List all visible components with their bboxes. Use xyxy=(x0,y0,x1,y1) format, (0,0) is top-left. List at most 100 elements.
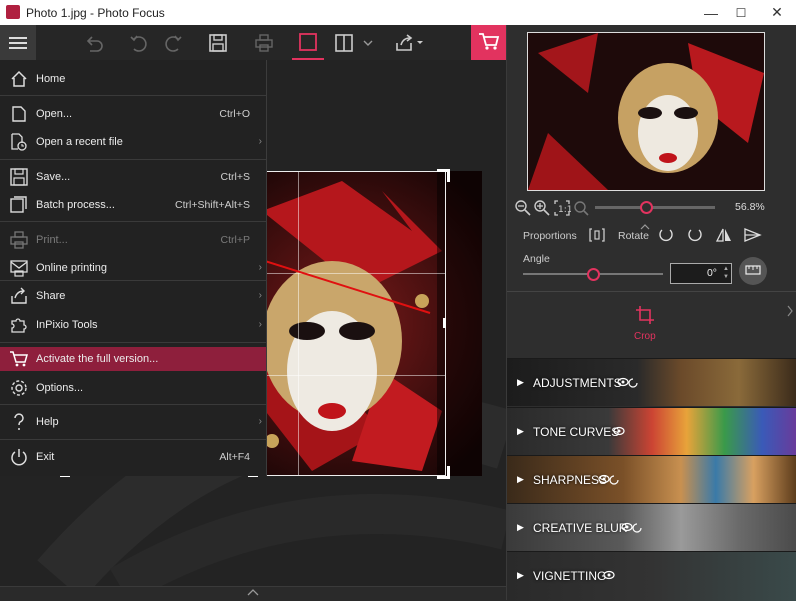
zoom-slider-thumb[interactable] xyxy=(640,201,653,214)
submenu-arrow-icon: › xyxy=(258,319,262,330)
panel-label: TONE CURVES xyxy=(533,425,620,439)
visibility-reset-icon[interactable] xyxy=(598,473,624,488)
save-icon xyxy=(9,167,29,187)
visibility-reset-icon[interactable] xyxy=(617,376,643,391)
menu-item-help[interactable]: Help › xyxy=(0,411,266,433)
single-view-button[interactable] xyxy=(292,25,324,60)
menu-item-activate-the-full-version[interactable]: Activate the full version... xyxy=(0,347,266,371)
panel-sharpness[interactable]: ▶ SHARPNESS xyxy=(507,455,796,503)
export-icon xyxy=(394,33,424,53)
hamburger-icon xyxy=(9,36,27,50)
menu-separator xyxy=(0,439,266,440)
angle-input[interactable]: 0° ▲ ▼ xyxy=(670,263,732,284)
divider xyxy=(507,291,796,292)
menu-item-open-a-recent-file[interactable]: Open a recent file › xyxy=(0,131,266,153)
hamburger-menu-button[interactable] xyxy=(0,25,36,60)
home-icon xyxy=(9,69,29,89)
menu-item-inpixio-tools[interactable]: InPixio Tools › xyxy=(0,314,266,336)
actual-size-icon[interactable]: 1:1 xyxy=(553,200,572,219)
navigator-thumbnail[interactable] xyxy=(527,32,765,191)
print-toolbar-button[interactable] xyxy=(250,25,278,60)
submenu-arrow-icon: › xyxy=(258,416,262,427)
menu-item-label: Batch process... xyxy=(36,198,115,211)
print-icon xyxy=(9,230,29,250)
menu-item-label: Help xyxy=(36,415,59,428)
menu-item-online-printing[interactable]: Online printing › xyxy=(0,257,266,279)
save-toolbar-button[interactable] xyxy=(204,25,232,60)
menu-item-print[interactable]: Print... Ctrl+P xyxy=(0,229,266,251)
visibility-eye-icon[interactable] xyxy=(603,569,615,584)
panel-adjustments[interactable]: ▶ ADJUSTMENTS xyxy=(507,358,796,406)
window-title: Photo 1.jpg - Photo Focus xyxy=(26,6,165,20)
undo-all-button[interactable] xyxy=(80,25,108,60)
panel-creative-blur[interactable]: ▶ CREATIVE BLUR xyxy=(507,503,796,551)
print-icon xyxy=(254,33,274,53)
straighten-icon xyxy=(745,264,761,278)
rotate-right-icon[interactable] xyxy=(687,227,703,246)
toolbar xyxy=(0,25,506,61)
zoom-out-icon[interactable] xyxy=(515,200,531,219)
zoom-in-icon[interactable] xyxy=(534,200,550,219)
menu-item-label: Open... xyxy=(36,107,73,120)
zoom-slider[interactable] xyxy=(595,201,715,214)
flip-vertical-icon[interactable] xyxy=(744,227,762,246)
online-print-icon xyxy=(9,258,29,278)
app-icon xyxy=(6,5,20,19)
panel-tone-curves[interactable]: ▶ TONE CURVES xyxy=(507,407,796,455)
zoom-value: 56.8% xyxy=(735,201,765,213)
visibility-reset-icon[interactable] xyxy=(621,521,647,536)
panel-vignetting[interactable]: ▶ VIGNETTING xyxy=(507,551,796,601)
maximize-button[interactable]: ☐ xyxy=(724,0,758,25)
chevron-right-icon: ▶ xyxy=(517,570,524,580)
menu-item-shortcut: Alt+F4 xyxy=(219,450,250,463)
menu-item-batch-process[interactable]: Batch process... Ctrl+Shift+Alt+S xyxy=(0,194,266,216)
main-menu: Home Open... Ctrl+O Open a recent file › Save… xyxy=(0,60,267,476)
undo-button[interactable] xyxy=(124,25,152,60)
menu-separator xyxy=(0,95,266,96)
menu-item-save[interactable]: Save... Ctrl+S xyxy=(0,166,266,188)
menu-item-label: InPixio Tools xyxy=(36,318,98,331)
angle-slider-thumb[interactable] xyxy=(587,268,600,281)
svg-text:1:1: 1:1 xyxy=(558,205,571,215)
batch-icon xyxy=(9,195,29,215)
angle-slider[interactable] xyxy=(523,268,663,281)
crop-tool-button[interactable]: Crop xyxy=(625,305,665,345)
undo-all-icon xyxy=(84,34,104,52)
status-bar xyxy=(0,586,506,601)
chevron-right-icon: ▶ xyxy=(517,522,524,532)
minimize-button[interactable]: — xyxy=(694,0,728,25)
spin-arrows-icon[interactable]: ▲ ▼ xyxy=(723,265,729,281)
share-icon xyxy=(9,286,29,306)
export-button[interactable] xyxy=(392,25,426,60)
menu-item-label: Print... xyxy=(36,233,68,246)
menu-item-home[interactable]: Home xyxy=(0,68,266,90)
visibility-eye-icon[interactable] xyxy=(613,425,625,440)
menu-item-share[interactable]: Share › xyxy=(0,285,266,307)
power-icon xyxy=(9,447,29,467)
save-icon xyxy=(208,33,228,53)
menu-item-exit[interactable]: Exit Alt+F4 xyxy=(0,446,266,468)
redo-button[interactable] xyxy=(160,25,188,60)
menu-item-shortcut: Ctrl+P xyxy=(220,233,250,246)
chevron-up-icon[interactable] xyxy=(247,588,259,600)
proportions-label: Proportions xyxy=(523,230,577,242)
rotate-left-icon[interactable] xyxy=(658,227,674,246)
puzzle-icon xyxy=(9,315,29,335)
compare-view-button[interactable] xyxy=(330,25,358,60)
chevron-down-icon xyxy=(363,39,373,47)
fit-zoom-icon[interactable] xyxy=(573,200,589,219)
submenu-arrow-icon: › xyxy=(258,290,262,301)
submenu-arrow-icon: › xyxy=(258,262,262,273)
close-button[interactable]: ✕ xyxy=(760,0,794,25)
flip-horizontal-icon[interactable] xyxy=(715,227,732,246)
panel-expand-icon[interactable] xyxy=(786,305,794,320)
buy-cart-button[interactable] xyxy=(471,25,506,60)
proportions-icon[interactable] xyxy=(589,228,605,245)
menu-item-options[interactable]: Options... xyxy=(0,377,266,399)
view-dropdown-button[interactable] xyxy=(360,25,376,60)
straighten-button[interactable] xyxy=(739,257,767,285)
menu-item-label: Online printing xyxy=(36,261,107,274)
menu-item-label: Open a recent file xyxy=(36,135,123,148)
menu-separator xyxy=(0,280,266,281)
menu-item-open[interactable]: Open... Ctrl+O xyxy=(0,103,266,125)
